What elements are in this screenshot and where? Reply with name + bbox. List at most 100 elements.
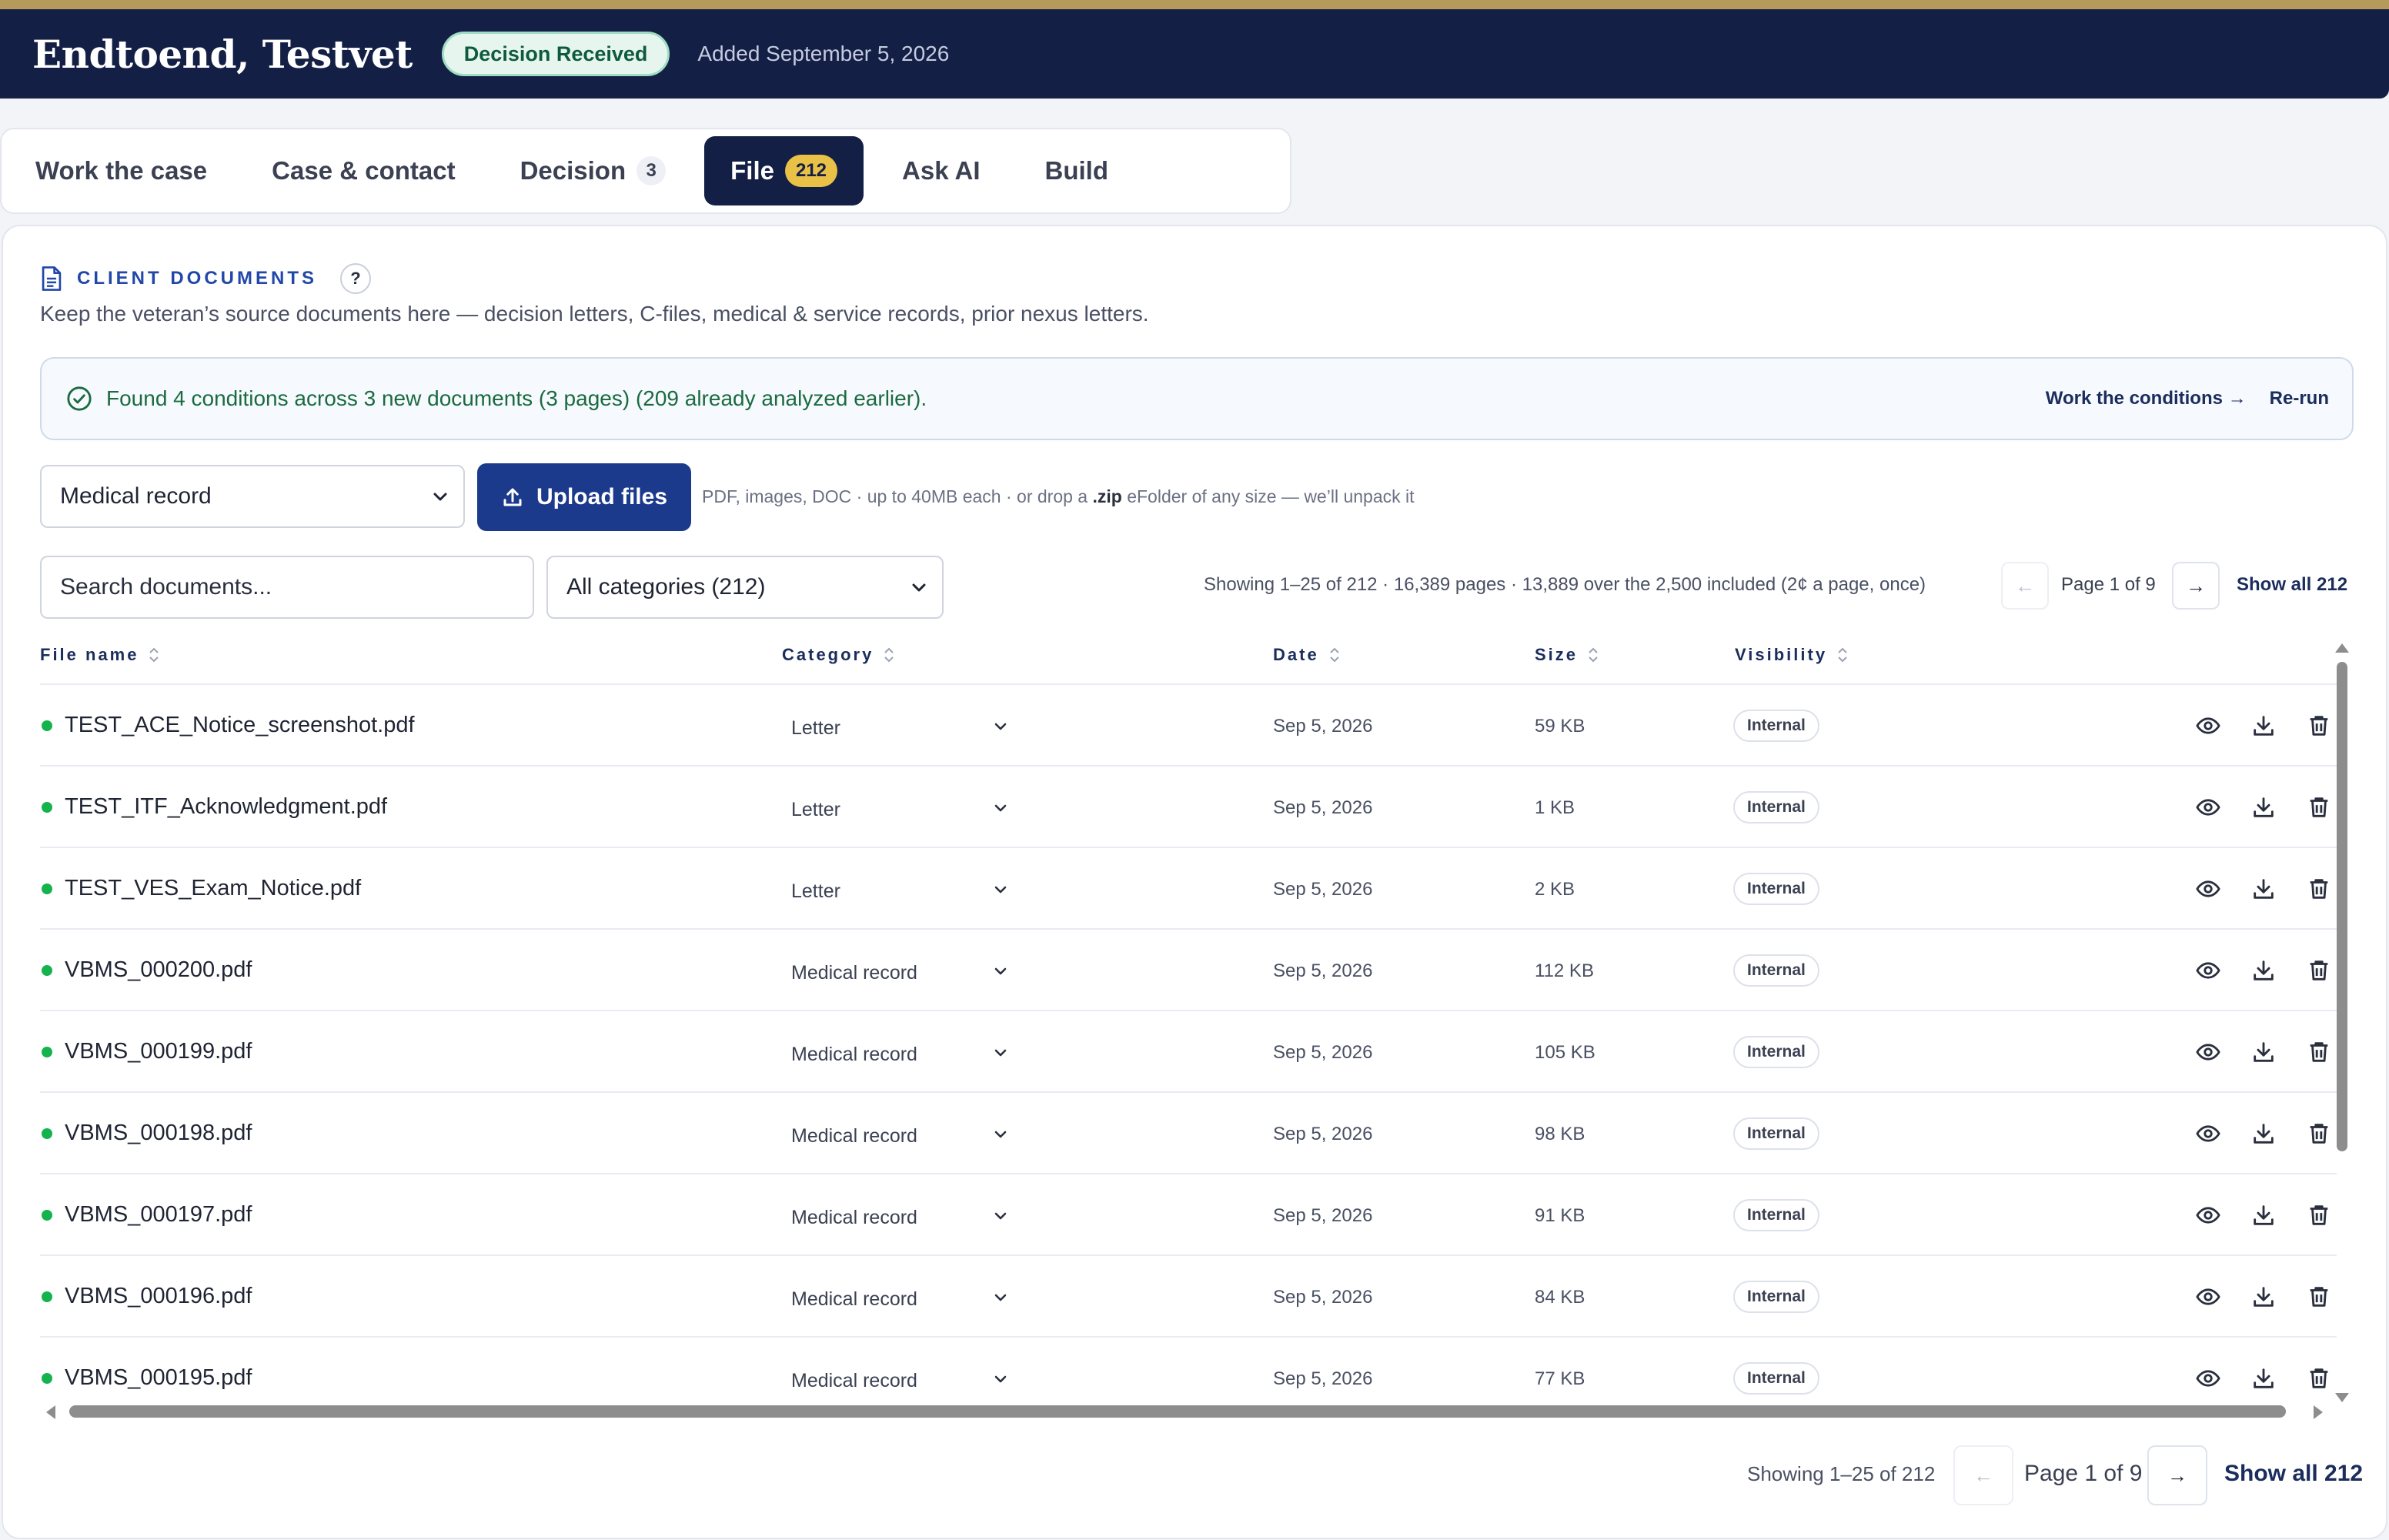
category-select[interactable]: Medical record bbox=[791, 1044, 917, 1066]
category-select[interactable]: Medical record bbox=[791, 1288, 917, 1311]
trash-icon[interactable] bbox=[2306, 794, 2332, 820]
table-row[interactable]: TEST_ACE_Notice_screenshot.pdf Letter Sep … bbox=[40, 683, 2337, 765]
table-row[interactable]: VBMS_000199.pdf Medical record Sep 5, 2026… bbox=[40, 1010, 2337, 1091]
category-select[interactable]: Medical record bbox=[791, 1207, 917, 1229]
horizontal-scrollbar-thumb[interactable] bbox=[69, 1405, 2286, 1418]
scroll-up-arrow[interactable] bbox=[2335, 643, 2349, 653]
eye-icon[interactable] bbox=[2195, 1039, 2221, 1065]
column-header-size[interactable]: Size bbox=[1535, 645, 1599, 665]
file-name[interactable]: VBMS_000196.pdf bbox=[65, 1284, 252, 1309]
visibility-badge[interactable]: Internal bbox=[1733, 1036, 1819, 1068]
category-select[interactable]: Medical record bbox=[791, 1125, 917, 1147]
category-select[interactable]: Medical record bbox=[791, 962, 917, 984]
tab-case-contact[interactable]: Case & contact bbox=[246, 136, 481, 205]
download-icon[interactable] bbox=[2250, 1121, 2277, 1147]
eye-icon[interactable] bbox=[2195, 713, 2221, 739]
trash-icon[interactable] bbox=[2306, 1284, 2332, 1310]
category-select[interactable]: Letter bbox=[791, 717, 840, 740]
column-header-visibility[interactable]: Visibility bbox=[1735, 645, 1849, 665]
chevron-down-icon[interactable] bbox=[991, 1125, 1010, 1144]
download-icon[interactable] bbox=[2250, 713, 2277, 739]
help-icon[interactable]: ? bbox=[340, 263, 371, 294]
table-row[interactable]: TEST_ITF_Acknowledgment.pdf Letter Sep 5, … bbox=[40, 765, 2337, 847]
file-name[interactable]: TEST_ACE_Notice_screenshot.pdf bbox=[65, 713, 415, 738]
download-icon[interactable] bbox=[2250, 1039, 2277, 1065]
upload-files-button[interactable]: Upload files bbox=[477, 463, 691, 531]
trash-icon[interactable] bbox=[2306, 957, 2332, 984]
work-conditions-link[interactable]: Work the conditions → bbox=[2046, 388, 2247, 409]
category-select[interactable]: Letter bbox=[791, 799, 840, 821]
file-name[interactable]: VBMS_000200.pdf bbox=[65, 957, 252, 983]
visibility-badge[interactable]: Internal bbox=[1733, 1117, 1819, 1150]
column-header-date[interactable]: Date bbox=[1273, 645, 1341, 665]
table-row[interactable]: VBMS_000197.pdf Medical record Sep 5, 2026… bbox=[40, 1173, 2337, 1254]
tab-work-the-case[interactable]: Work the case bbox=[9, 136, 233, 205]
chevron-down-icon[interactable] bbox=[991, 1288, 1010, 1307]
chevron-down-icon[interactable] bbox=[991, 717, 1010, 736]
eye-icon[interactable] bbox=[2195, 1121, 2221, 1147]
scroll-down-arrow[interactable] bbox=[2335, 1393, 2349, 1402]
trash-icon[interactable] bbox=[2306, 1039, 2332, 1065]
tab-file[interactable]: File 212 bbox=[704, 136, 864, 205]
column-header-category[interactable]: Category bbox=[782, 645, 895, 665]
chevron-down-icon[interactable] bbox=[991, 1370, 1010, 1388]
file-name[interactable]: TEST_ITF_Acknowledgment.pdf bbox=[65, 794, 387, 820]
visibility-badge[interactable]: Internal bbox=[1733, 1199, 1819, 1231]
rerun-link[interactable]: Re-run bbox=[2270, 388, 2329, 409]
visibility-badge[interactable]: Internal bbox=[1733, 1362, 1819, 1395]
file-name[interactable]: TEST_VES_Exam_Notice.pdf bbox=[65, 876, 361, 901]
category-select[interactable]: Letter bbox=[791, 880, 840, 903]
table-row[interactable]: TEST_VES_Exam_Notice.pdf Letter Sep 5, 202… bbox=[40, 847, 2337, 928]
table-row[interactable]: VBMS_000196.pdf Medical record Sep 5, 2026… bbox=[40, 1254, 2337, 1336]
eye-icon[interactable] bbox=[2195, 1284, 2221, 1310]
show-all-link[interactable]: Show all 212 bbox=[2237, 574, 2347, 596]
tab-decision[interactable]: Decision 3 bbox=[494, 136, 693, 205]
download-icon[interactable] bbox=[2250, 876, 2277, 902]
chevron-down-icon[interactable] bbox=[991, 1044, 1010, 1062]
chevron-down-icon[interactable] bbox=[991, 799, 1010, 817]
trash-icon[interactable] bbox=[2306, 1121, 2332, 1147]
column-header-file-name[interactable]: File name bbox=[40, 645, 160, 665]
trash-icon[interactable] bbox=[2306, 1202, 2332, 1228]
chevron-down-icon[interactable] bbox=[991, 962, 1010, 980]
download-icon[interactable] bbox=[2250, 1284, 2277, 1310]
tab-ask-ai[interactable]: Ask AI bbox=[876, 136, 1006, 205]
scroll-left-arrow[interactable] bbox=[46, 1405, 55, 1419]
download-icon[interactable] bbox=[2250, 1365, 2277, 1391]
visibility-badge[interactable]: Internal bbox=[1733, 873, 1819, 905]
eye-icon[interactable] bbox=[2195, 1202, 2221, 1228]
trash-icon[interactable] bbox=[2306, 713, 2332, 739]
bottom-prev-page-button[interactable]: ← bbox=[1953, 1445, 2013, 1505]
download-icon[interactable] bbox=[2250, 957, 2277, 984]
document-type-select[interactable]: Medical record bbox=[40, 465, 465, 528]
chevron-down-icon[interactable] bbox=[991, 1207, 1010, 1225]
bottom-show-all-link[interactable]: Show all 212 bbox=[2224, 1461, 2363, 1487]
eye-icon[interactable] bbox=[2195, 957, 2221, 984]
next-page-button[interactable]: → bbox=[2172, 562, 2220, 610]
eye-icon[interactable] bbox=[2195, 1365, 2221, 1391]
trash-icon[interactable] bbox=[2306, 876, 2332, 902]
file-name[interactable]: VBMS_000195.pdf bbox=[65, 1365, 252, 1391]
visibility-badge[interactable]: Internal bbox=[1733, 954, 1819, 987]
scroll-right-arrow[interactable] bbox=[2314, 1405, 2323, 1419]
file-name[interactable]: VBMS_000197.pdf bbox=[65, 1202, 252, 1228]
chevron-down-icon[interactable] bbox=[991, 880, 1010, 899]
visibility-badge[interactable]: Internal bbox=[1733, 791, 1819, 823]
visibility-badge[interactable]: Internal bbox=[1733, 1281, 1819, 1313]
visibility-badge[interactable]: Internal bbox=[1733, 710, 1819, 742]
vertical-scrollbar-thumb[interactable] bbox=[2337, 662, 2347, 1151]
file-name[interactable]: VBMS_000198.pdf bbox=[65, 1121, 252, 1146]
file-name[interactable]: VBMS_000199.pdf bbox=[65, 1039, 252, 1064]
search-input[interactable]: Search documents... bbox=[40, 556, 534, 619]
prev-page-button[interactable]: ← bbox=[2001, 562, 2049, 610]
table-row[interactable]: VBMS_000200.pdf Medical record Sep 5, 2026… bbox=[40, 928, 2337, 1010]
download-icon[interactable] bbox=[2250, 1202, 2277, 1228]
download-icon[interactable] bbox=[2250, 794, 2277, 820]
bottom-next-page-button[interactable]: → bbox=[2147, 1445, 2207, 1505]
table-row[interactable]: VBMS_000198.pdf Medical record Sep 5, 2026… bbox=[40, 1091, 2337, 1173]
tab-build[interactable]: Build bbox=[1019, 136, 1134, 205]
eye-icon[interactable] bbox=[2195, 794, 2221, 820]
category-filter-select[interactable]: All categories (212) bbox=[546, 556, 944, 619]
trash-icon[interactable] bbox=[2306, 1365, 2332, 1391]
eye-icon[interactable] bbox=[2195, 876, 2221, 902]
